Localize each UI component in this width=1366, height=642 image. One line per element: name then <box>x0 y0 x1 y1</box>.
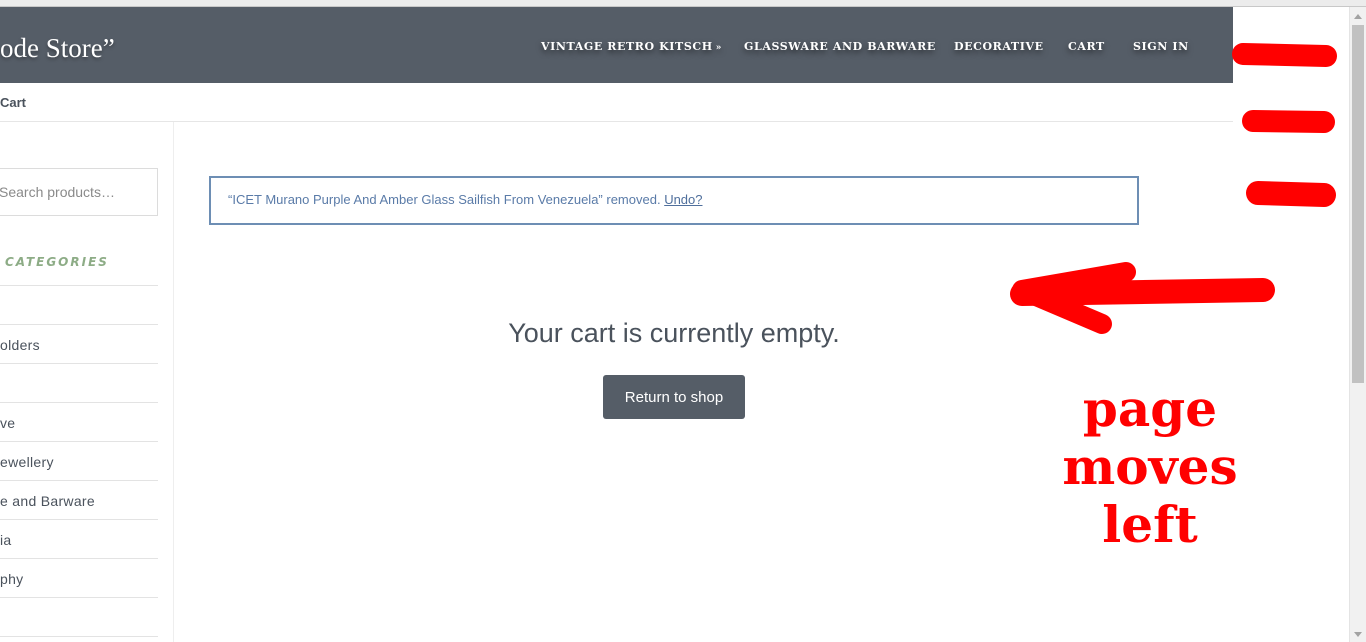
category-item[interactable]: ve <box>0 403 158 442</box>
sidebar: CATEGORIES olders ve ewellery e and Barw… <box>0 122 174 642</box>
undo-link[interactable]: Undo? <box>664 192 702 207</box>
notice-message: “ICET Murano Purple And Amber Glass Sail… <box>228 192 661 207</box>
cart-empty-message: Your cart is currently empty. <box>508 318 840 348</box>
category-item[interactable]: phy <box>0 559 158 598</box>
left-arrow-head <box>1012 262 1136 334</box>
browser-top-strip <box>0 0 1366 7</box>
nav-glassware-and-barware[interactable]: GLASSWARE AND BARWARE <box>744 40 936 54</box>
category-item[interactable] <box>0 286 158 325</box>
return-to-shop-button[interactable]: Return to shop <box>603 375 745 419</box>
category-item[interactable]: olders <box>0 325 158 364</box>
redaction-scribble <box>1242 110 1335 133</box>
scroll-down-arrow-icon[interactable] <box>1354 632 1362 637</box>
category-item[interactable]: e and Barware <box>0 481 158 520</box>
double-chevron-down-icon: » <box>715 43 722 53</box>
redaction-scribble <box>1246 181 1336 207</box>
site-brand[interactable]: ode Store” <box>0 33 115 64</box>
nav-sign-in[interactable]: SIGN IN <box>1133 40 1189 54</box>
annotation-text: page moves left <box>990 380 1310 554</box>
redaction-scribble <box>1232 43 1337 67</box>
page-scrollbar[interactable] <box>1349 7 1366 642</box>
nav-label: VINTAGE RETRO KITSCH <box>541 40 713 53</box>
category-item[interactable]: ia <box>0 520 158 559</box>
categories-heading: CATEGORIES <box>5 255 109 269</box>
annotation-line: page moves <box>1062 379 1238 496</box>
scrollbar-thumb[interactable] <box>1352 25 1364 383</box>
site-header: ode Store” VINTAGE RETRO KITSCH» GLASSWA… <box>0 7 1233 83</box>
product-search-input[interactable] <box>0 168 158 216</box>
nav-cart[interactable]: CART <box>1068 40 1105 54</box>
breadcrumb[interactable]: Cart <box>0 95 26 110</box>
nav-decorative[interactable]: DECORATIVE <box>954 40 1044 54</box>
category-list: olders ve ewellery e and Barware ia phy <box>0 285 158 637</box>
nav-vintage-retro-kitsch[interactable]: VINTAGE RETRO KITSCH» <box>541 40 722 54</box>
category-item[interactable] <box>0 598 158 637</box>
cart-removed-notice: “ICET Murano Purple And Amber Glass Sail… <box>209 176 1139 225</box>
annotation-line: left <box>1102 495 1198 554</box>
breadcrumb-bar: Cart <box>0 83 1233 122</box>
category-item[interactable] <box>0 364 158 403</box>
category-item[interactable]: ewellery <box>0 442 158 481</box>
left-arrow-icon <box>1010 278 1275 306</box>
scroll-up-arrow-icon[interactable] <box>1354 14 1362 19</box>
